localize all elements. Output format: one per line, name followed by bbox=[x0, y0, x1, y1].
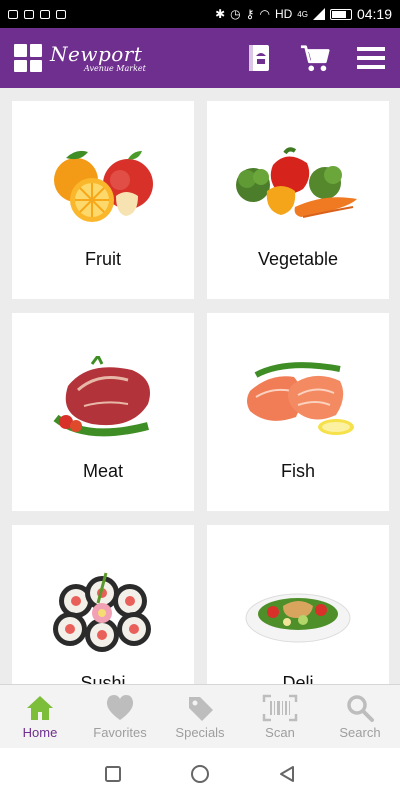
cart-icon bbox=[300, 45, 330, 72]
category-label: Sushi bbox=[80, 673, 126, 684]
category-grid: Fruit Vegetable Meat Fish Sushi Deli bbox=[0, 88, 400, 684]
calendar-icon bbox=[24, 9, 34, 19]
category-label: Deli bbox=[282, 673, 314, 684]
fruit-image bbox=[12, 141, 194, 231]
tag-icon bbox=[189, 696, 213, 721]
bottom-nav: Home Favorites Specials Scan Search bbox=[0, 684, 400, 748]
nav-label: Specials bbox=[175, 724, 225, 740]
home-circle-icon[interactable] bbox=[190, 764, 210, 784]
category-card-meat[interactable]: Meat bbox=[12, 313, 194, 511]
fish-image bbox=[207, 353, 389, 443]
deli-image bbox=[207, 561, 389, 661]
menu-button[interactable] bbox=[356, 43, 386, 73]
home-icon bbox=[27, 695, 53, 720]
hamburger-menu-icon bbox=[357, 47, 385, 69]
recipe-book-icon bbox=[249, 45, 269, 71]
nav-label: Favorites bbox=[93, 724, 147, 740]
nav-favorites[interactable]: Favorites bbox=[80, 685, 160, 748]
brand-tagline: Avenue Market bbox=[84, 63, 146, 73]
category-card-sushi[interactable]: Sushi bbox=[12, 525, 194, 684]
app-screen: ✱ ◷ ⚷ ◠ HD 4G 04:19 Newport Avenue Marke… bbox=[0, 0, 400, 800]
sushi-image bbox=[12, 561, 194, 661]
network-label: HD bbox=[274, 7, 293, 21]
category-card-vegetable[interactable]: Vegetable bbox=[207, 101, 389, 299]
nav-label: Scan bbox=[265, 724, 295, 740]
recipe-book-button[interactable] bbox=[244, 43, 274, 73]
heart-icon bbox=[106, 694, 134, 720]
battery-icon bbox=[329, 8, 352, 20]
meat-image bbox=[12, 353, 194, 443]
nav-label: Search bbox=[339, 724, 381, 740]
alarm-icon: ◷ bbox=[230, 7, 241, 21]
clock: 04:19 bbox=[356, 6, 392, 22]
app-logo: Newport Avenue Market bbox=[50, 44, 146, 73]
back-icon[interactable] bbox=[278, 765, 296, 783]
categories-grid-icon[interactable] bbox=[14, 44, 42, 72]
nav-home[interactable]: Home bbox=[0, 685, 80, 748]
gallery-icon bbox=[40, 9, 50, 19]
recent-apps-icon[interactable] bbox=[104, 765, 122, 783]
vegetable-image bbox=[207, 141, 389, 231]
notification-icon bbox=[8, 9, 18, 19]
category-label: Fish bbox=[280, 461, 315, 481]
category-card-fish[interactable]: Fish bbox=[207, 313, 389, 511]
nav-label: Home bbox=[22, 724, 58, 740]
signal-icon bbox=[312, 8, 325, 20]
category-label: Meat bbox=[82, 461, 124, 481]
bluetooth-icon: ✱ bbox=[215, 7, 226, 21]
category-label: Vegetable bbox=[257, 249, 339, 269]
barcode-icon bbox=[262, 694, 298, 721]
nav-search[interactable]: Search bbox=[320, 685, 400, 748]
brand-name: Newport bbox=[50, 41, 143, 66]
app-notification-icon bbox=[56, 9, 66, 19]
nav-specials[interactable]: Specials bbox=[160, 685, 240, 748]
app-bar: Newport Avenue Market bbox=[0, 28, 400, 88]
category-card-deli[interactable]: Deli bbox=[207, 525, 389, 684]
nav-scan[interactable]: Scan bbox=[240, 685, 320, 748]
wifi-icon: ◠ bbox=[259, 7, 270, 21]
category-label: Fruit bbox=[85, 249, 121, 269]
cart-button[interactable] bbox=[300, 43, 330, 73]
category-card-fruit[interactable]: Fruit bbox=[12, 101, 194, 299]
system-nav-bar bbox=[0, 748, 400, 800]
search-icon bbox=[347, 694, 374, 722]
key-icon: ⚷ bbox=[245, 7, 255, 21]
status-bar: ✱ ◷ ⚷ ◠ HD 4G 04:19 bbox=[0, 0, 400, 28]
network-type: 4G bbox=[297, 9, 308, 19]
